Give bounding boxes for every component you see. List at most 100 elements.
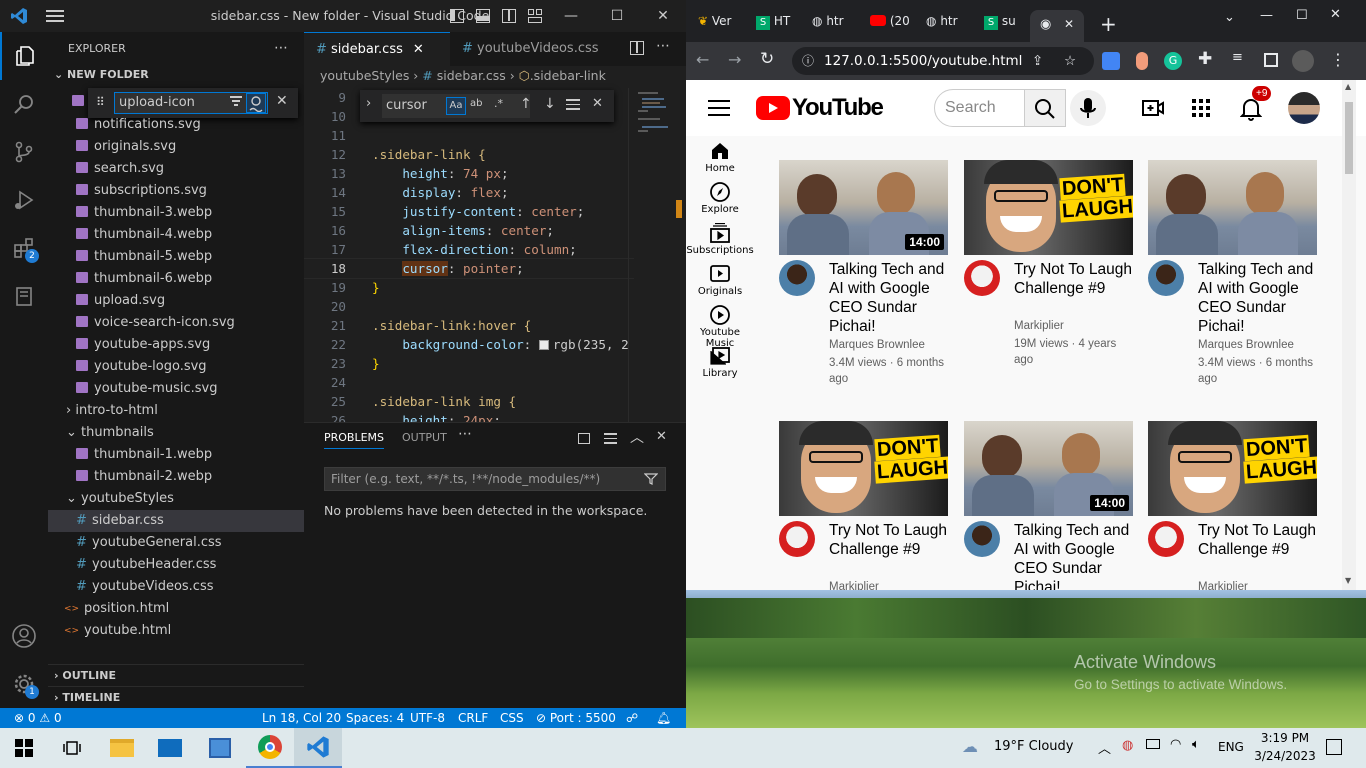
color-swatch[interactable] xyxy=(538,340,549,350)
channel-avatar[interactable] xyxy=(1148,521,1184,557)
sidebar-link-originals[interactable]: Originals xyxy=(686,263,754,297)
scroll-up-icon[interactable]: ▲ xyxy=(1345,82,1351,91)
chrome-tab-6[interactable]: S su xyxy=(984,14,1016,38)
hamburger-menu-icon[interactable] xyxy=(708,100,730,116)
file-item[interactable]: thumbnail-5.webp xyxy=(48,246,304,268)
code-line[interactable]: 24 xyxy=(304,373,634,392)
scroll-down-icon[interactable]: ▼ xyxy=(1345,576,1351,585)
maximize-button[interactable]: ☐ xyxy=(594,0,640,32)
media-control-icon[interactable]: ≡ xyxy=(1232,50,1243,65)
close-find-icon[interactable]: ✕ xyxy=(276,93,288,109)
clock-date[interactable]: 3/24/2023 xyxy=(1254,749,1316,763)
code-line[interactable]: 22 background-color: rgb(235, 2 xyxy=(304,335,634,354)
search-input[interactable]: Search xyxy=(934,89,1026,127)
filter-icon[interactable] xyxy=(643,473,659,485)
battery-icon[interactable] xyxy=(1146,739,1160,749)
code-line[interactable]: 14 display: flex; xyxy=(304,183,634,202)
notifications-bell-icon[interactable] xyxy=(1239,97,1263,125)
cursor-position[interactable]: Ln 18, Col 20 xyxy=(262,708,341,728)
split-editor-icon[interactable] xyxy=(630,41,644,55)
video-card[interactable]: Talking Tech and AI with Google CEO Sund… xyxy=(1148,160,1320,410)
chrome-tab-2[interactable]: S HT xyxy=(756,14,790,38)
chrome-tab-3[interactable]: ◍ htr xyxy=(812,14,844,38)
code-line[interactable]: 17 flex-direction: column; xyxy=(304,240,634,259)
tab-youtubevideos-css[interactable]: # youtubeVideos.css xyxy=(450,32,600,66)
scrollbar-thumb[interactable] xyxy=(1345,102,1353,174)
show-hidden-icons-chevron[interactable]: ︿ xyxy=(1098,738,1111,757)
weather-text[interactable]: 19°F Cloudy xyxy=(994,739,1073,754)
explorer-icon[interactable] xyxy=(0,32,48,80)
video-thumbnail[interactable]: DON'T LAUGH xyxy=(779,421,948,516)
forward-icon[interactable]: → xyxy=(728,50,741,69)
regex-icon[interactable]: .* xyxy=(494,97,503,110)
file-item[interactable]: <> youtube.html xyxy=(48,620,304,642)
video-card[interactable]: 14:00 Talking Tech and AI with Google CEO… xyxy=(964,421,1136,590)
new-tab-icon[interactable]: + xyxy=(1100,12,1117,36)
sidebar-link-explore[interactable]: Explore xyxy=(686,181,754,215)
problems-status[interactable]: ⊗ 0 ⚠ 0 xyxy=(14,708,62,728)
video-card[interactable]: 14:00 Talking Tech and AI with Google CEO… xyxy=(779,160,951,410)
file-item[interactable]: voice-search-icon.svg xyxy=(48,312,304,334)
sidebar-link-subscriptions[interactable]: Subscriptions xyxy=(686,222,754,256)
editor-more-icon[interactable]: ⋯ xyxy=(656,38,670,54)
source-control-icon[interactable] xyxy=(0,128,48,176)
file-item[interactable]: # youtubeHeader.css xyxy=(48,554,304,576)
video-title[interactable]: Try Not To Laugh Challenge #9 xyxy=(1198,521,1320,559)
sidebar-link-youtube-music[interactable]: Youtube Music xyxy=(686,304,754,349)
extensions-icon[interactable]: 2 xyxy=(0,224,48,272)
customize-layout-icon[interactable] xyxy=(528,9,542,23)
file-item[interactable]: thumbnail-3.webp xyxy=(48,202,304,224)
channel-avatar[interactable] xyxy=(964,260,1000,296)
video-card[interactable]: DON'T LAUGH Try Not To Laugh Challenge #9 M… xyxy=(964,160,1136,410)
channel-avatar[interactable] xyxy=(779,521,815,557)
video-thumbnail[interactable]: DON'T LAUGH xyxy=(964,160,1133,255)
sidebar-link-library[interactable]: Library xyxy=(686,345,754,379)
video-card[interactable]: DON'T LAUGH Try Not To Laugh Challenge #9 M… xyxy=(1148,421,1320,590)
sidebar-link-home[interactable]: Home xyxy=(686,140,754,174)
tab-problems[interactable]: PROBLEMS xyxy=(324,431,385,449)
chrome-tab-5[interactable]: ◍ htr xyxy=(926,14,958,38)
run-debug-icon[interactable] xyxy=(0,176,48,224)
extensions-puzzle-icon[interactable]: ✚ xyxy=(1198,49,1212,69)
file-explorer-icon[interactable] xyxy=(98,728,146,768)
manage-gear-icon[interactable]: 1 xyxy=(0,660,48,708)
file-item[interactable]: youtube-music.svg xyxy=(48,378,304,400)
wifi-icon[interactable]: ◠ xyxy=(1170,737,1181,752)
file-item[interactable]: # youtubeGeneral.css xyxy=(48,532,304,554)
code-editor[interactable]: 9 10 11 12 .sidebar-link {13 height: 74 px; 1… xyxy=(304,88,634,422)
address-bar[interactable]: ⓘ 127.0.0.1:5500/youtube.html ⇪ ☆ xyxy=(792,47,1094,75)
search-button[interactable] xyxy=(1024,89,1066,127)
user-avatar[interactable] xyxy=(1288,92,1320,124)
language-mode[interactable]: CSS xyxy=(500,708,524,728)
indentation[interactable]: Spaces: 4 xyxy=(346,708,404,728)
find-in-selection-icon[interactable] xyxy=(566,99,580,111)
code-line[interactable]: 12 .sidebar-link { xyxy=(304,145,634,164)
volume-icon[interactable]: 🔈︎ xyxy=(1192,737,1200,752)
media-app-icon[interactable] xyxy=(196,728,244,768)
chrome-taskbar-icon[interactable] xyxy=(246,728,294,768)
video-title[interactable]: Talking Tech and AI with Google CEO Sund… xyxy=(1198,260,1320,336)
network-status-icon[interactable]: ◍ xyxy=(1122,738,1133,753)
close-window-button[interactable]: ✕ xyxy=(1330,7,1341,22)
task-view-icon[interactable] xyxy=(48,728,96,768)
start-button[interactable] xyxy=(0,728,48,768)
code-line[interactable]: 13 height: 74 px; xyxy=(304,164,634,183)
page-scrollbar[interactable]: ▲ ▼ xyxy=(1342,80,1356,590)
bookmark-star-icon[interactable]: ☆ xyxy=(1064,47,1076,75)
toggle-replace-icon[interactable]: › xyxy=(366,96,371,111)
code-line[interactable]: 25 .sidebar-link img { xyxy=(304,392,634,411)
chrome-menu-icon[interactable]: ⋮ xyxy=(1330,50,1346,69)
tab-sidebar-css[interactable]: # sidebar.css ✕ xyxy=(304,32,450,66)
extension-icon[interactable] xyxy=(1136,52,1148,70)
mail-icon[interactable] xyxy=(146,728,194,768)
maximize-button[interactable]: ☐ xyxy=(1296,8,1308,23)
folder-header[interactable]: ⌄ NEW FOLDER xyxy=(54,68,149,81)
breadcrumb-folder[interactable]: youtubeStyles xyxy=(320,68,409,83)
chrome-tab-4[interactable]: (20 xyxy=(870,14,910,38)
fuzzy-match-icon[interactable] xyxy=(246,93,266,113)
file-item[interactable]: subscriptions.svg xyxy=(48,180,304,202)
share-icon[interactable]: ⇪ xyxy=(1032,47,1043,75)
match-case-icon[interactable]: Aa xyxy=(446,97,466,115)
video-thumbnail[interactable]: 14:00 xyxy=(964,421,1133,516)
toggle-panel-icon[interactable] xyxy=(476,9,490,23)
